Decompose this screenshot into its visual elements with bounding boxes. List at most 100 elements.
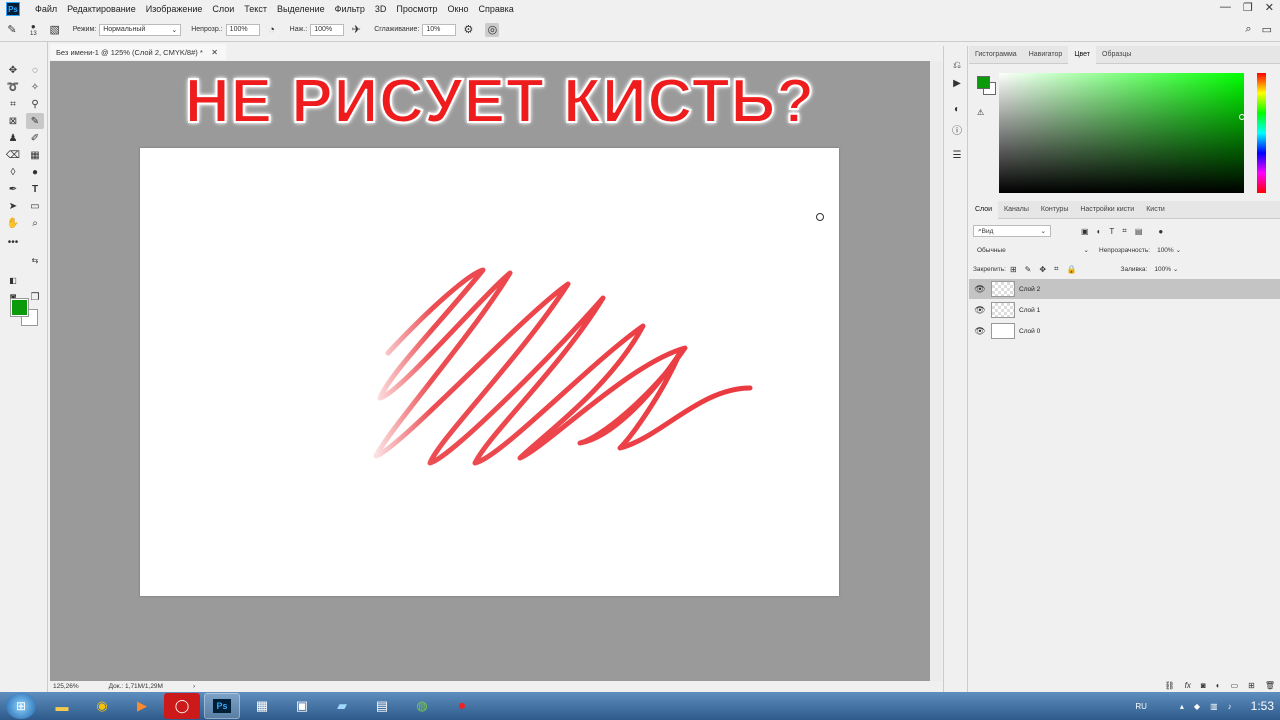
eyedropper-tool-icon[interactable]: ⚲: [26, 96, 44, 112]
utorrent-taskbar-icon[interactable]: ◍: [404, 693, 440, 719]
tab-channels[interactable]: Каналы: [998, 201, 1035, 219]
tray-app-icon[interactable]: ◆: [1194, 702, 1200, 711]
move-tool-icon[interactable]: ✥: [4, 62, 22, 78]
gradient-tool-icon[interactable]: ▦: [26, 147, 44, 163]
more-tools-icon[interactable]: •••: [4, 234, 22, 250]
panel-foreground-swatch[interactable]: [977, 76, 990, 89]
chrome-taskbar-icon[interactable]: ◉: [84, 693, 120, 719]
filter-type-icon[interactable]: T: [1109, 227, 1114, 236]
language-indicator[interactable]: RU: [1135, 702, 1147, 711]
rectangle-tool-icon[interactable]: ▭: [26, 198, 44, 214]
blend-mode-select[interactable]: Обычные ⌄: [973, 244, 1093, 256]
lock-transparent-icon[interactable]: ⊞: [1010, 265, 1017, 274]
eraser-tool-icon[interactable]: ⌫: [4, 147, 22, 163]
tab-histogram[interactable]: Гистограмма: [969, 46, 1023, 64]
layer-row-2[interactable]: 👁 Слой 2: [969, 279, 1280, 299]
tray-arrow-icon[interactable]: ▴: [1180, 702, 1184, 711]
filter-pixel-icon[interactable]: ▣: [1081, 227, 1089, 236]
search-icon[interactable]: ⌕: [1245, 23, 1251, 36]
explorer-taskbar-icon[interactable]: ▬: [44, 693, 80, 719]
close-tab-icon[interactable]: ✕: [211, 48, 218, 57]
filter-shape-icon[interactable]: ⌗: [1122, 226, 1127, 236]
magic-wand-tool-icon[interactable]: ✧: [26, 79, 44, 95]
smoothing-field[interactable]: 10%: [422, 23, 457, 36]
menu-3d[interactable]: 3D: [370, 4, 392, 14]
marquee-tool-icon[interactable]: ◌: [26, 62, 44, 78]
tab-color[interactable]: Цвет: [1068, 45, 1097, 64]
brush-tool-icon[interactable]: ✎: [26, 113, 44, 129]
opera-taskbar-icon[interactable]: ◯: [164, 693, 200, 719]
layer-style-icon[interactable]: fx: [1185, 681, 1191, 690]
menu-file[interactable]: Файл: [30, 4, 62, 14]
eye-icon[interactable]: 👁: [969, 284, 991, 295]
menu-help[interactable]: Справка: [473, 4, 518, 14]
menu-view[interactable]: Просмотр: [391, 4, 442, 14]
path-selection-tool-icon[interactable]: ➤: [4, 198, 22, 214]
recorder-taskbar-icon[interactable]: ⏺: [444, 693, 480, 719]
menu-window[interactable]: Окно: [443, 4, 474, 14]
close-icon[interactable]: ✕: [1265, 1, 1274, 14]
lock-all-icon[interactable]: 🔒: [1067, 265, 1077, 274]
info-panel-icon[interactable]: ⓘ: [950, 122, 964, 137]
network-icon[interactable]: ▥: [1210, 702, 1218, 711]
pressure-opacity-icon[interactable]: ◔: [265, 23, 279, 37]
filter-toggle-icon[interactable]: ●: [1158, 227, 1163, 236]
hand-tool-icon[interactable]: ✋: [4, 215, 22, 231]
dodge-tool-icon[interactable]: ●: [26, 164, 44, 180]
eye-icon[interactable]: 👁: [969, 305, 991, 316]
filter-adjustment-icon[interactable]: ◐: [1097, 227, 1102, 236]
properties-panel-icon[interactable]: ☰: [950, 148, 964, 162]
menu-filter[interactable]: Фильтр: [330, 4, 370, 14]
menu-image[interactable]: Изображение: [141, 4, 208, 14]
layer-row-0[interactable]: 👁 Слой 0: [969, 321, 1280, 341]
notes-taskbar-icon[interactable]: ▰: [324, 693, 360, 719]
tab-swatches[interactable]: Образцы: [1096, 46, 1137, 64]
layer-opacity-field[interactable]: 100% ⌄: [1153, 244, 1185, 256]
delete-layer-icon[interactable]: 🗑: [1265, 681, 1275, 690]
gamut-warning-icon[interactable]: ⚠: [977, 108, 984, 117]
color-picker-field[interactable]: [999, 73, 1244, 193]
eye-icon[interactable]: 👁: [969, 326, 991, 337]
tab-navigator[interactable]: Навигатор: [1023, 46, 1069, 64]
filter-smart-object-icon[interactable]: ▤: [1135, 227, 1143, 236]
swap-colors-icon[interactable]: ⇆: [26, 252, 44, 268]
video-editor-taskbar-icon[interactable]: ▣: [284, 693, 320, 719]
network-taskbar-icon[interactable]: ▤: [364, 693, 400, 719]
foreground-color-swatch[interactable]: [10, 298, 29, 317]
menu-layers[interactable]: Слои: [207, 4, 239, 14]
layer-filter-select[interactable]: ⌕ Вид ⌄: [973, 225, 1051, 237]
link-layers-icon[interactable]: ⛓: [1165, 681, 1175, 690]
minimize-icon[interactable]: —: [1220, 1, 1231, 14]
adjustments-panel-icon[interactable]: ◐: [950, 102, 964, 116]
lock-image-icon[interactable]: ✎: [1025, 265, 1032, 274]
canvas-area[interactable]: НЕ РИСУЕТ КИСТЬ?: [50, 61, 930, 681]
flow-field[interactable]: 100%: [310, 23, 345, 36]
menu-select[interactable]: Выделение: [272, 4, 330, 14]
volume-icon[interactable]: ♪: [1228, 702, 1232, 711]
pressure-size-icon[interactable]: ◎: [485, 22, 500, 37]
document-tab[interactable]: Без имени-1 @ 125% (Слой 2, CMYK/8#) * ✕: [50, 44, 226, 60]
layer-row-1[interactable]: 👁 Слой 1: [969, 300, 1280, 320]
tab-brush-settings[interactable]: Настройки кисти: [1074, 201, 1140, 219]
airbrush-icon[interactable]: ✈: [349, 23, 363, 37]
brush-panel-toggle-icon[interactable]: ▧: [48, 23, 62, 37]
screen-mode-icon[interactable]: ❐: [26, 289, 44, 305]
document-canvas[interactable]: [140, 148, 839, 596]
fill-field[interactable]: 100% ⌄: [1150, 263, 1182, 275]
gear-icon[interactable]: ⚙: [461, 23, 475, 37]
lasso-tool-icon[interactable]: ➰: [4, 79, 22, 95]
clock[interactable]: 1:53: [1251, 699, 1274, 713]
lock-position-icon[interactable]: ✥: [1039, 265, 1046, 274]
actions-play-icon[interactable]: ▶: [950, 76, 964, 90]
zoom-level[interactable]: 125,26%: [53, 683, 79, 690]
frame-tool-icon[interactable]: ⊠: [4, 113, 22, 129]
workspace-icon[interactable]: ▭: [1262, 23, 1272, 36]
add-mask-icon[interactable]: ◙: [1201, 681, 1206, 690]
menu-type[interactable]: Текст: [239, 4, 272, 14]
vertical-scrollbar[interactable]: [930, 61, 942, 681]
crop-tool-icon[interactable]: ⌗: [4, 96, 22, 112]
tab-layers[interactable]: Слои: [969, 200, 999, 219]
stamp-tool-icon[interactable]: ♟: [4, 130, 22, 146]
lock-artboard-icon[interactable]: ⌗: [1054, 264, 1059, 274]
brush-preset-icon[interactable]: ✎: [5, 23, 19, 37]
